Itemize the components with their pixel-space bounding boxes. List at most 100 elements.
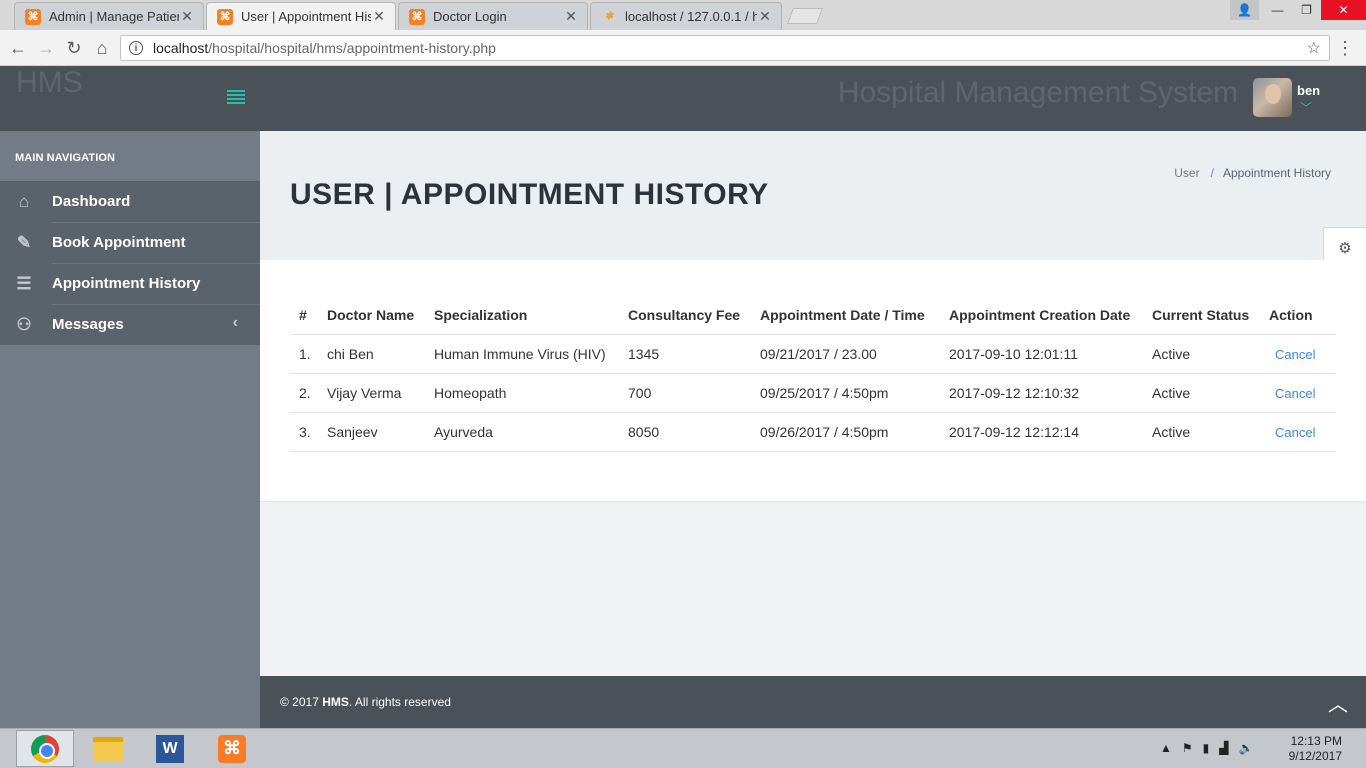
row-number: 1. (290, 334, 323, 374)
window-close-button[interactable]: ✕ (1321, 0, 1366, 20)
sidebar-item-messages[interactable]: ⚇ Messages ‹ (0, 304, 260, 345)
menu-toggle-icon[interactable] (227, 90, 245, 104)
info-icon[interactable]: i (129, 41, 143, 55)
specialization: Ayurveda (430, 412, 624, 452)
doctor-name: Vijay Verma (323, 373, 430, 413)
sidebar-item-appointment-history[interactable]: ☰ Appointment History (0, 263, 260, 304)
username[interactable]: ben (1297, 83, 1320, 98)
url-path: /hospital/hospital/hms/appointment-histo… (208, 40, 496, 56)
edit-icon: ✎ (16, 233, 32, 252)
device-icon[interactable]: ▮ (1203, 741, 1210, 755)
browser-tab-3[interactable]: ⌘ Doctor Login ✕ (398, 2, 588, 30)
copyright-prefix: © 2017 (280, 695, 323, 709)
column-header: # (290, 297, 323, 335)
cancel-link[interactable]: Cancel (1269, 347, 1315, 362)
address-bar[interactable]: i localhost/hospital/hospital/hms/appoin… (120, 35, 1330, 61)
action-cell: Cancel (1265, 334, 1336, 374)
home-icon[interactable]: ⌂ (90, 36, 114, 60)
taskbar: W ⌘ ▲ ⚑ ▮ ▟ 🔈 12:13 PM 9/12/2017 (0, 728, 1366, 768)
column-header: Doctor Name (323, 297, 430, 335)
consultancy-fee: 8050 (624, 412, 756, 452)
new-tab-button[interactable] (787, 8, 823, 24)
taskbar-chrome[interactable] (16, 730, 74, 767)
close-icon[interactable]: ✕ (371, 8, 387, 25)
scroll-top-chevron-up-icon[interactable]: ︿ (1328, 688, 1348, 717)
status: Active (1148, 373, 1265, 413)
taskbar-explorer[interactable] (79, 730, 137, 767)
xampp-icon: ⌘ (409, 8, 425, 25)
window-controls: 👤 — ❐ ✕ (1230, 0, 1366, 20)
sidebar-item-label: Book Appointment (52, 234, 186, 251)
column-header: Action (1265, 297, 1336, 335)
breadcrumb-item[interactable]: User (1174, 166, 1199, 180)
xampp-icon: ⌘ (25, 8, 41, 25)
sidebar-nav: ⌂ Dashboard ✎ Book Appointment ☰ Appoint… (0, 181, 260, 345)
creation-date: 2017-09-10 12:01:11 (945, 334, 1148, 374)
browser-tab-title: localhost / 127.0.0.1 / hm (625, 9, 757, 24)
url-host: localhost (153, 40, 209, 56)
specialization: Human Immune Virus (HIV) (430, 334, 624, 374)
sidebar-item-label: Appointment History (52, 275, 201, 292)
copyright-brand: HMS (322, 695, 349, 709)
list-icon: ☰ (16, 274, 32, 293)
back-arrow-icon[interactable]: ← (6, 36, 30, 60)
minimize-button[interactable]: — (1263, 0, 1292, 20)
sidebar-item-label: Dashboard (52, 193, 131, 210)
chevron-down-icon[interactable]: ﹀ (1300, 99, 1312, 116)
xampp-icon: ⌘ (217, 8, 233, 25)
breadcrumb: User / Appointment History (1174, 166, 1331, 180)
appointment-datetime: 09/26/2017 / 4:50pm (756, 412, 945, 452)
column-header: Appointment Creation Date (945, 297, 1148, 335)
system-title: Hospital Management System (837, 76, 1238, 109)
browser-tab-1[interactable]: ⌘ Admin | Manage Patients ✕ (14, 2, 204, 30)
sidebar-item-dashboard[interactable]: ⌂ Dashboard (0, 181, 260, 222)
browser-menu-icon[interactable]: ⋮ (1336, 38, 1354, 59)
sidebar: MAIN NAVIGATION ⌂ Dashboard ✎ Book Appoi… (0, 131, 260, 728)
clock[interactable]: 12:13 PM 9/12/2017 (1289, 734, 1342, 764)
appointment-panel: # Doctor Name Specialization Consultancy… (260, 260, 1366, 502)
bookmark-star-icon[interactable]: ☆ (1307, 38, 1321, 58)
taskbar-word[interactable]: W (141, 730, 199, 767)
column-header: Current Status (1148, 297, 1265, 335)
reload-icon[interactable]: ↻ (62, 36, 86, 60)
doctor-name: Sanjeev (323, 412, 430, 452)
breadcrumb-current: Appointment History (1222, 166, 1331, 180)
tray-expand-icon[interactable]: ▲ (1160, 741, 1172, 755)
browser-tab-4[interactable]: ✱ localhost / 127.0.0.1 / hm ✕ (590, 2, 782, 30)
appointment-table: # Doctor Name Specialization Consultancy… (290, 297, 1336, 452)
column-header: Consultancy Fee (624, 297, 756, 335)
sidebar-item-book-appointment[interactable]: ✎ Book Appointment (0, 222, 260, 263)
avatar[interactable] (1253, 78, 1292, 117)
volume-icon[interactable]: 🔈 (1239, 741, 1254, 755)
cancel-link[interactable]: Cancel (1269, 386, 1315, 401)
forward-arrow-icon[interactable]: → (34, 36, 58, 60)
page-header: USER | APPOINTMENT HISTORY User / Appointm… (260, 131, 1366, 260)
xampp-icon: ⌘ (218, 734, 246, 763)
restore-button[interactable]: ❐ (1292, 0, 1321, 20)
word-icon: W (156, 734, 184, 763)
browser-tab-2[interactable]: ⌘ User | Appointment Histo ✕ (206, 2, 396, 30)
brand-logo[interactable]: HMS (16, 66, 83, 100)
status: Active (1148, 334, 1265, 374)
user-icon: ⚇ (16, 315, 32, 334)
cancel-link[interactable]: Cancel (1269, 425, 1315, 440)
row-number: 3. (290, 412, 323, 452)
table-row: 2. Vijay Verma Homeopath 700 09/25/2017 … (290, 373, 1336, 413)
network-icon[interactable]: ▟ (1219, 741, 1228, 755)
close-icon[interactable]: ✕ (757, 8, 773, 25)
taskbar-xampp[interactable]: ⌘ (203, 730, 261, 767)
browser-tab-title: Admin | Manage Patients (49, 9, 179, 24)
table-header-row: # Doctor Name Specialization Consultancy… (290, 297, 1336, 335)
close-icon[interactable]: ✕ (179, 8, 195, 25)
close-icon[interactable]: ✕ (563, 8, 579, 25)
sidebar-heading: MAIN NAVIGATION (15, 152, 116, 164)
chrome-icon (31, 734, 59, 763)
creation-date: 2017-09-12 12:10:32 (945, 373, 1148, 413)
home-icon: ⌂ (18, 192, 30, 211)
clock-time: 12:13 PM (1290, 734, 1342, 748)
profile-icon[interactable]: 👤 (1230, 0, 1259, 20)
browser-tabstrip: ⌘ Admin | Manage Patients ✕ ⌘ User | App… (0, 0, 1366, 30)
creation-date: 2017-09-12 12:12:14 (945, 412, 1148, 452)
folder-icon (93, 736, 123, 761)
action-center-flag-icon[interactable]: ⚑ (1182, 741, 1193, 755)
